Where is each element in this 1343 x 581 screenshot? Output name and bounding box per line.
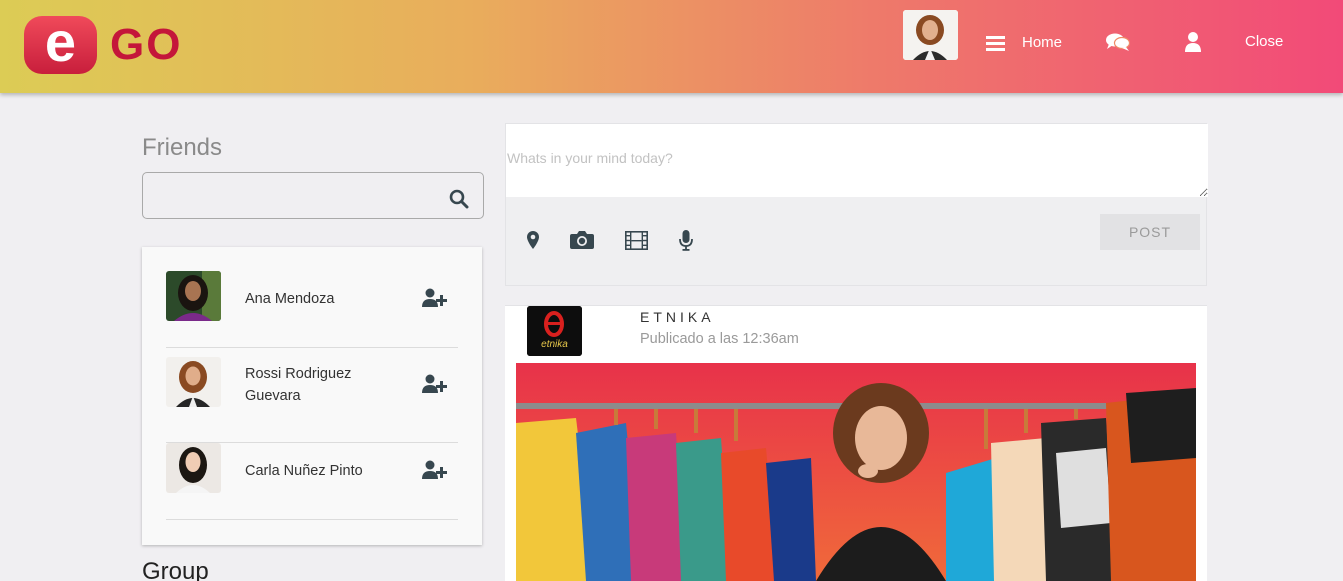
group-title: Group [142,558,209,581]
logo-letter: e [24,14,97,74]
divider [166,519,458,520]
ego-logo[interactable]: e GO [24,14,204,74]
microphone-icon[interactable] [679,230,693,251]
user-icon [1185,32,1201,52]
divider [166,347,458,348]
post-timestamp: Publicado a las 12:36am [640,331,799,347]
logo-text: GO [110,20,183,69]
add-friend-icon[interactable] [422,288,448,308]
search-icon[interactable] [449,189,469,209]
friends-search-input[interactable] [153,183,433,209]
friend-avatar[interactable] [166,443,221,493]
chat-icon [1106,33,1130,51]
friends-title: Friends [142,134,223,161]
post-author-name[interactable]: ETNIKA [640,309,715,325]
post-input[interactable] [506,124,1208,197]
post-author-logo-text: etnika [541,339,568,350]
nav-home-label: Home [1022,34,1063,51]
film-icon[interactable] [625,231,648,250]
menu-icon [986,35,1005,51]
nav-home[interactable]: Home [986,34,1062,51]
friend-suggestions-card: Ana Mendoza Rossi Rodriguez Guevara Carl… [142,247,482,545]
friend-name[interactable]: Rossi Rodriguez Guevara [245,363,395,407]
nav-profile[interactable] [1184,31,1202,53]
nav-close[interactable]: Close [1245,33,1283,50]
user-avatar[interactable] [903,10,958,60]
friend-avatar[interactable] [166,357,221,407]
post-composer: POST [505,123,1208,286]
map-marker-icon[interactable] [527,231,539,249]
nav-close-label: Close [1245,33,1284,50]
friend-name[interactable]: Ana Mendoza [245,288,395,310]
top-navbar: e GO Home Close [0,0,1343,93]
camera-icon[interactable] [570,230,594,249]
friends-search [142,172,484,219]
post-button[interactable]: POST [1100,214,1200,250]
feed-post: etnika ETNIKA Publicado a las 12:36am [505,306,1207,581]
post-image[interactable] [516,363,1196,581]
add-friend-icon[interactable] [422,460,448,480]
nav-messages[interactable] [1106,33,1130,51]
post-author-avatar[interactable]: etnika [527,306,582,356]
friend-avatar[interactable] [166,271,221,321]
friend-name[interactable]: Carla Nuñez Pinto [245,460,395,482]
add-friend-icon[interactable] [422,374,448,394]
